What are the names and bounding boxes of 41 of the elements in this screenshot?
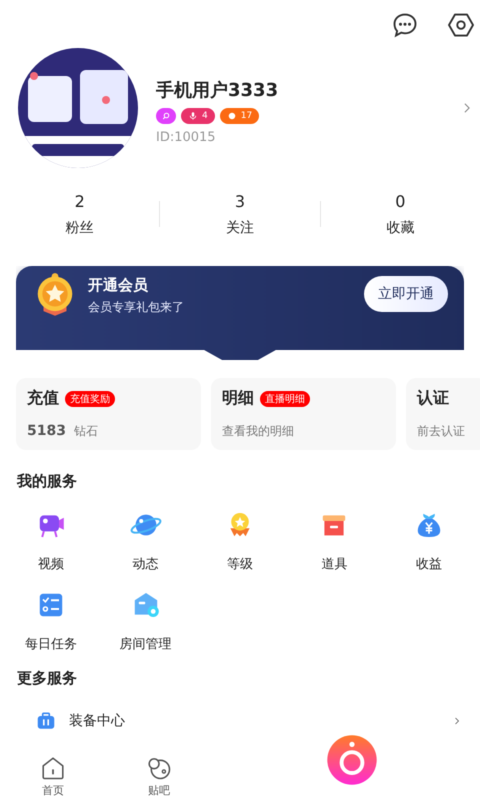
- list-item[interactable]: 装备中心: [69, 712, 452, 730]
- banner-title: 开通会员: [88, 276, 149, 295]
- card-title: 充值: [27, 388, 59, 409]
- level-badge: 4: [181, 108, 215, 124]
- card-title: 明细: [222, 388, 254, 409]
- dot-icon: [226, 110, 237, 120]
- card-subtitle: 前去认证: [417, 423, 465, 440]
- service-label[interactable]: 视频: [38, 555, 64, 573]
- stat-value: 3: [234, 192, 246, 210]
- banner-subtitle: 会员专享礼包来了: [88, 299, 185, 316]
- microphone-icon: [188, 110, 198, 120]
- nav-label[interactable]: 贴吧: [148, 783, 170, 798]
- card-subtitle: 查看我的明细: [222, 423, 294, 440]
- nav-label[interactable]: 首页: [42, 783, 64, 798]
- promo-tag: 充值奖励: [65, 390, 115, 406]
- level-badge: 17: [220, 108, 260, 124]
- service-label[interactable]: 等级: [226, 555, 253, 573]
- card-title: 认证: [417, 388, 449, 409]
- service-label[interactable]: 收益: [416, 555, 442, 573]
- diamond-unit: 钻石: [74, 423, 98, 440]
- user-id: ID:10015: [156, 130, 217, 144]
- service-label[interactable]: 每日任务: [25, 635, 78, 653]
- service-label[interactable]: 房间管理: [120, 635, 172, 653]
- user-name: 手机用户3333: [156, 78, 280, 102]
- card-background[interactable]: 明细 直播明细 查看我的明细: [211, 378, 396, 450]
- service-label[interactable]: 动态: [132, 555, 159, 573]
- camera-button-icon[interactable]: [326, 734, 378, 786]
- stat-label[interactable]: 粉丝: [0, 218, 160, 236]
- activate-button[interactable]: 立即开通: [364, 276, 448, 312]
- card-background[interactable]: 充值 充值奖励 5183 钻石: [16, 378, 201, 450]
- stat-label[interactable]: 收藏: [320, 218, 480, 236]
- stat-label[interactable]: 关注: [160, 218, 320, 236]
- section-title: 更多服务: [16, 668, 78, 688]
- stat-value: 2: [74, 192, 86, 210]
- stat-value: 0: [394, 192, 406, 210]
- section-title: 我的服务: [16, 471, 78, 491]
- service-label[interactable]: 道具: [321, 555, 348, 573]
- promo-tag: 直播明细: [260, 390, 310, 406]
- card-background[interactable]: 认证 前去认证: [406, 378, 480, 450]
- diamond-amount: 5183: [27, 423, 66, 439]
- search-icon: [161, 110, 171, 120]
